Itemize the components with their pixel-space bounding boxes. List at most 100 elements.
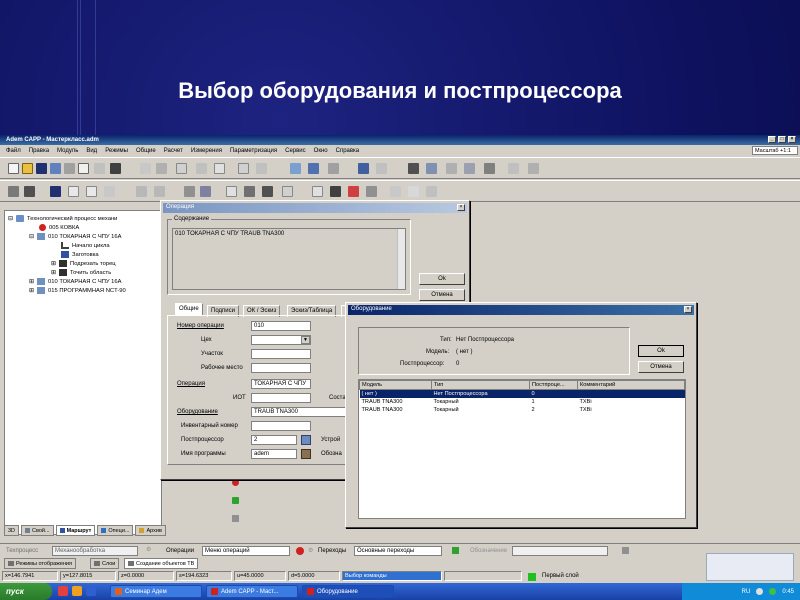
tree-item[interactable]: ⊞ Точить область: [51, 268, 111, 277]
language-indicator[interactable]: RU: [742, 589, 751, 595]
menu-general[interactable]: Общие: [136, 148, 156, 154]
column-header[interactable]: Комментарий: [577, 380, 685, 390]
list-icon[interactable]: [226, 186, 237, 197]
ok-button[interactable]: Ok: [419, 273, 465, 285]
transform-icon[interactable]: [308, 163, 319, 174]
save-icon[interactable]: [36, 163, 47, 174]
filter-icon[interactable]: [200, 186, 211, 197]
layers-icon[interactable]: [156, 163, 167, 174]
minimize-button[interactable]: _: [768, 136, 776, 143]
browse-postprocessor-icon[interactable]: [301, 435, 311, 445]
link-object-icon[interactable]: [24, 186, 35, 197]
tab-layers[interactable]: Слои: [90, 558, 120, 569]
select-icon[interactable]: [184, 186, 195, 197]
tree-item[interactable]: ⊞ 010 ТОКАРНАЯ С ЧПУ 16А: [29, 277, 122, 286]
operation-field[interactable]: ТОКАРНАЯ С ЧПУ: [251, 379, 311, 389]
hierarchy-icon[interactable]: [262, 186, 273, 197]
tab-properties[interactable]: Свой...: [21, 525, 54, 536]
open-process-icon[interactable]: [8, 186, 19, 197]
params-icon[interactable]: [282, 186, 293, 197]
menu-file[interactable]: Файл: [6, 148, 21, 154]
open-folder-icon[interactable]: [22, 163, 33, 174]
quicklaunch-icon[interactable]: [86, 586, 96, 596]
cut-icon[interactable]: [110, 163, 121, 174]
settings-icon[interactable]: [426, 186, 437, 197]
close-button[interactable]: ×: [788, 136, 796, 143]
sort-icon[interactable]: [244, 186, 255, 197]
curve-icon[interactable]: [508, 163, 519, 174]
redo-icon[interactable]: [154, 186, 165, 197]
doc-copy-icon[interactable]: [86, 186, 97, 197]
stop-icon[interactable]: [348, 186, 359, 197]
close-icon[interactable]: ×: [684, 306, 692, 313]
content-scrollbar[interactable]: [397, 229, 405, 289]
run-icon[interactable]: [452, 547, 459, 554]
iso-view-icon[interactable]: [464, 163, 475, 174]
table-icon[interactable]: [238, 163, 249, 174]
menu-modes[interactable]: Режимы: [105, 148, 128, 154]
operations-select[interactable]: Меню операций: [202, 546, 290, 556]
zoom-indicator[interactable]: Масштаб +1:1: [752, 146, 798, 155]
column-header[interactable]: Тип: [431, 380, 530, 390]
tab-3d[interactable]: 3D: [4, 525, 20, 536]
tree-item[interactable]: Начало цикла: [61, 241, 110, 250]
area-field[interactable]: [251, 349, 311, 359]
menu-service[interactable]: Сервис: [285, 148, 306, 154]
menu-edit[interactable]: Правка: [29, 148, 49, 154]
column-header[interactable]: Постпроце...: [529, 380, 578, 390]
save-all-icon[interactable]: [50, 163, 61, 174]
tab-general[interactable]: Общие: [175, 303, 203, 315]
delete-icon[interactable]: [330, 186, 341, 197]
ok-button[interactable]: Ok: [638, 345, 684, 357]
dimension-icon[interactable]: [196, 163, 207, 174]
maximize-button[interactable]: □: [778, 136, 786, 143]
menu-view[interactable]: Вид: [86, 148, 97, 154]
table-row[interactable]: ( нет ) Нет Постпроцессора 0: [359, 389, 685, 398]
tab-special[interactable]: Опеци...: [97, 525, 134, 536]
chevron-down-icon[interactable]: ▼: [301, 336, 310, 344]
inventory-field[interactable]: [251, 421, 311, 431]
tab-route[interactable]: Маршрут: [55, 525, 96, 536]
process-select[interactable]: Механообработка: [52, 546, 138, 556]
program-name-field[interactable]: adem: [251, 449, 297, 459]
render-icon[interactable]: [358, 163, 369, 174]
calc-icon[interactable]: [366, 186, 377, 197]
menu-help[interactable]: Справка: [336, 148, 360, 154]
tray-icon[interactable]: [769, 588, 777, 595]
table-edit-icon[interactable]: [312, 186, 323, 197]
filter-icon[interactable]: [622, 547, 629, 554]
save-process-icon[interactable]: [50, 186, 61, 197]
browse-program-icon[interactable]: [301, 449, 311, 459]
tree-item[interactable]: ⊟ Технологический процесс механи: [8, 214, 117, 223]
report-icon[interactable]: [104, 186, 115, 197]
menu-module[interactable]: Модуль: [57, 148, 78, 154]
rotate-icon[interactable]: [426, 163, 437, 174]
workplace-field[interactable]: [251, 363, 311, 373]
filter-icon[interactable]: [232, 515, 239, 522]
surface-icon[interactable]: [528, 163, 539, 174]
menu-measure[interactable]: Измерения: [191, 148, 222, 154]
tree-item[interactable]: 005 КОВКА: [39, 223, 79, 232]
menu-window[interactable]: Окно: [314, 148, 328, 154]
cube-icon[interactable]: [446, 163, 457, 174]
tray-icon[interactable]: [756, 588, 764, 595]
record-icon[interactable]: [232, 479, 239, 486]
transitions-select[interactable]: Основные переходы: [354, 546, 442, 556]
start-button[interactable]: пуск: [0, 583, 52, 600]
tab-archive[interactable]: Архив: [135, 525, 166, 536]
task-equipment[interactable]: Оборудование: [302, 585, 394, 598]
op-number-field[interactable]: 010: [251, 321, 311, 331]
preview-icon[interactable]: [78, 163, 89, 174]
view-icon[interactable]: [408, 163, 419, 174]
print-icon[interactable]: [64, 163, 75, 174]
tree-item[interactable]: Заготовка: [61, 250, 99, 259]
tree-item[interactable]: ⊟ 010 ТОКАРНАЯ С ЧПУ 16А: [29, 232, 122, 241]
task-adem[interactable]: Adem CAPP - Маст...: [206, 585, 298, 598]
print-setup-icon[interactable]: [94, 163, 105, 174]
run-icon[interactable]: [232, 497, 239, 504]
wire-icon[interactable]: [484, 163, 495, 174]
doc-icon[interactable]: [68, 186, 79, 197]
measure-icon[interactable]: [214, 163, 225, 174]
content-textarea[interactable]: 010 ТОКАРНАЯ С ЧПУ TRAUB TNA300: [172, 228, 406, 290]
table-row[interactable]: TRAUB TNA300 Токарный 1 TXBi: [360, 398, 685, 406]
